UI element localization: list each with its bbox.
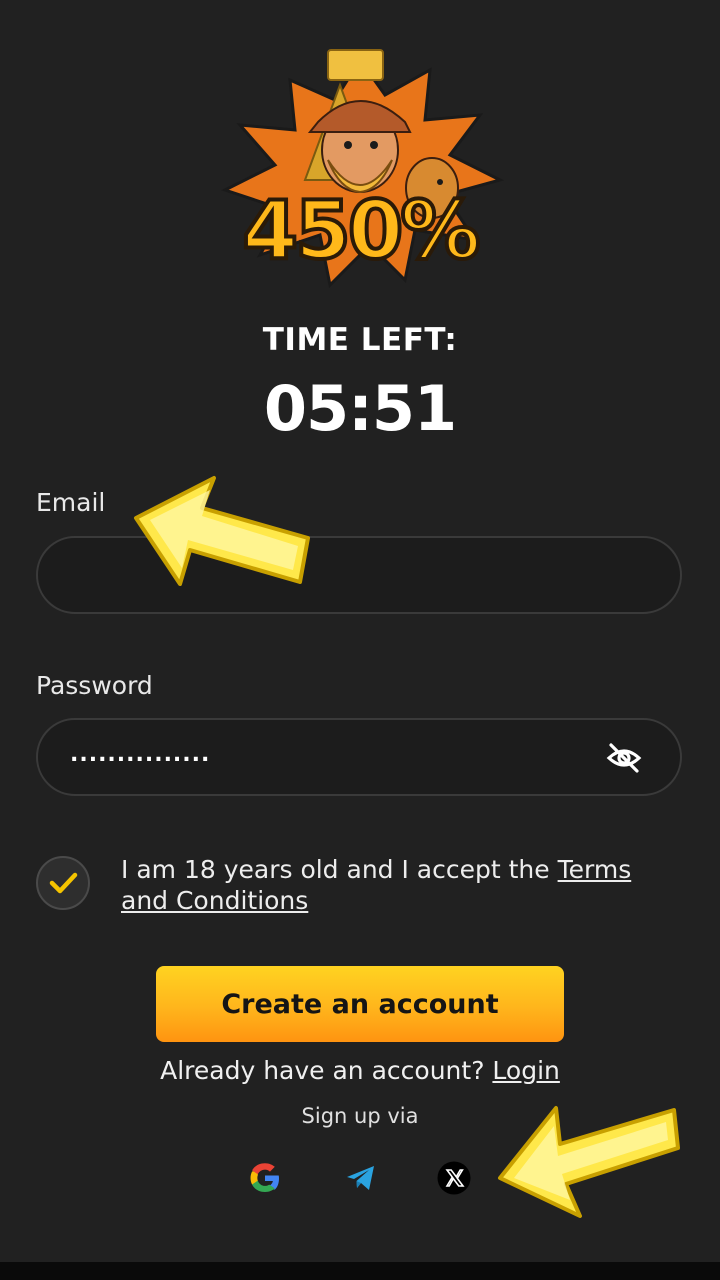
password-label: Password [36, 671, 153, 700]
consent-text: I am 18 years old and I accept the Terms… [121, 854, 681, 916]
bottom-bar [0, 1262, 720, 1280]
create-account-button[interactable]: Create an account [156, 966, 564, 1042]
email-label: Email [36, 488, 106, 517]
checkmark-icon [49, 872, 78, 894]
bonus-percent-text: 450% [240, 184, 482, 278]
eye-hide-icon[interactable] [606, 742, 642, 774]
age-consent-checkbox[interactable] [36, 856, 90, 910]
countdown-timer: 05:51 [263, 372, 457, 445]
password-field-container[interactable] [36, 716, 682, 796]
login-link[interactable]: Login [492, 1056, 559, 1085]
consent-statement: I am 18 years old and I accept the [121, 855, 558, 884]
time-left-label: TIME LEFT: [262, 322, 458, 358]
login-prompt-text: Already have an account? [160, 1056, 493, 1085]
pointer-arrow-email [134, 476, 310, 586]
x-icon[interactable] [437, 1161, 471, 1195]
password-input[interactable] [68, 716, 612, 792]
pointer-arrow-social [498, 1106, 680, 1218]
telegram-icon[interactable] [344, 1161, 378, 1195]
login-prompt-row: Already have an account? Login [0, 1056, 720, 1085]
google-icon[interactable] [248, 1161, 282, 1195]
